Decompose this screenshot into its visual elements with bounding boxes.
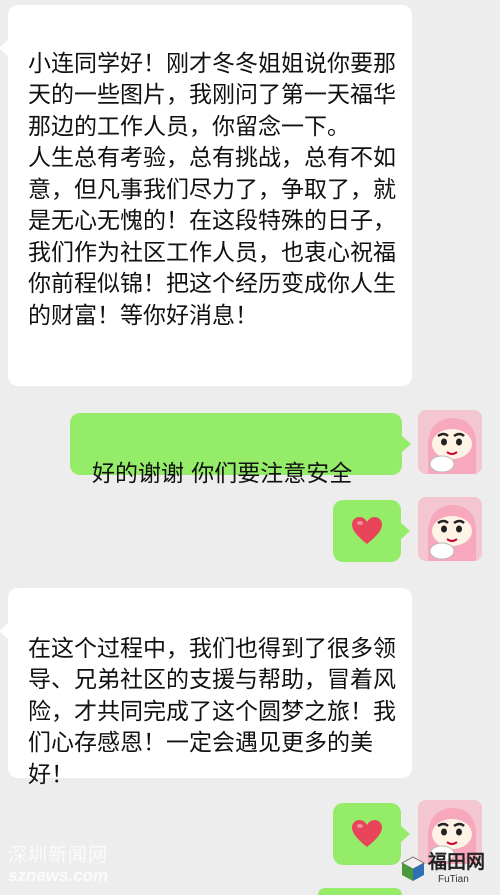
watermark-cn: 深圳新闻网	[8, 845, 109, 866]
watermark-futian: 福田网 FuTian	[400, 852, 494, 890]
avatar[interactable]	[418, 497, 482, 561]
heart-icon	[352, 820, 382, 847]
message-text: 在这个过程中，我们也得到了很多领导、兄弟社区的支援与帮助，冒着风险，才共同完成了…	[28, 635, 396, 788]
watermark-futian-cn: 福田网	[428, 852, 486, 873]
sent-message-bubble[interactable]: 好的谢谢 你们要注意安全	[70, 413, 411, 487]
heart-icon	[352, 517, 382, 544]
received-message-bubble[interactable]: 小连同学好！刚才冬冬姐姐说你要那天的一些图片，我刚问了第一天福华那边的工作人员，…	[0, 5, 412, 386]
message-text: 好的谢谢 你们要注意安全	[92, 460, 353, 487]
message-text: 小连同学好！刚才冬冬姐姐说你要那天的一些图片，我刚问了第一天福华那边的工作人员，…	[28, 50, 396, 329]
futian-logo-icon	[401, 856, 425, 881]
sent-message-bubble-partial[interactable]	[318, 888, 402, 895]
sent-sticker-bubble[interactable]	[333, 500, 410, 562]
watermark-futian-en: FuTian	[438, 874, 469, 885]
watermark-sznews: 深圳新闻网 sznews.com	[8, 846, 108, 886]
avatar[interactable]	[418, 410, 482, 474]
sent-sticker-bubble[interactable]	[333, 803, 410, 865]
received-message-bubble[interactable]: 在这个过程中，我们也得到了很多领导、兄弟社区的支援与帮助，冒着风险，才共同完成了…	[0, 588, 412, 788]
watermark-en: sznews.com	[8, 866, 109, 885]
